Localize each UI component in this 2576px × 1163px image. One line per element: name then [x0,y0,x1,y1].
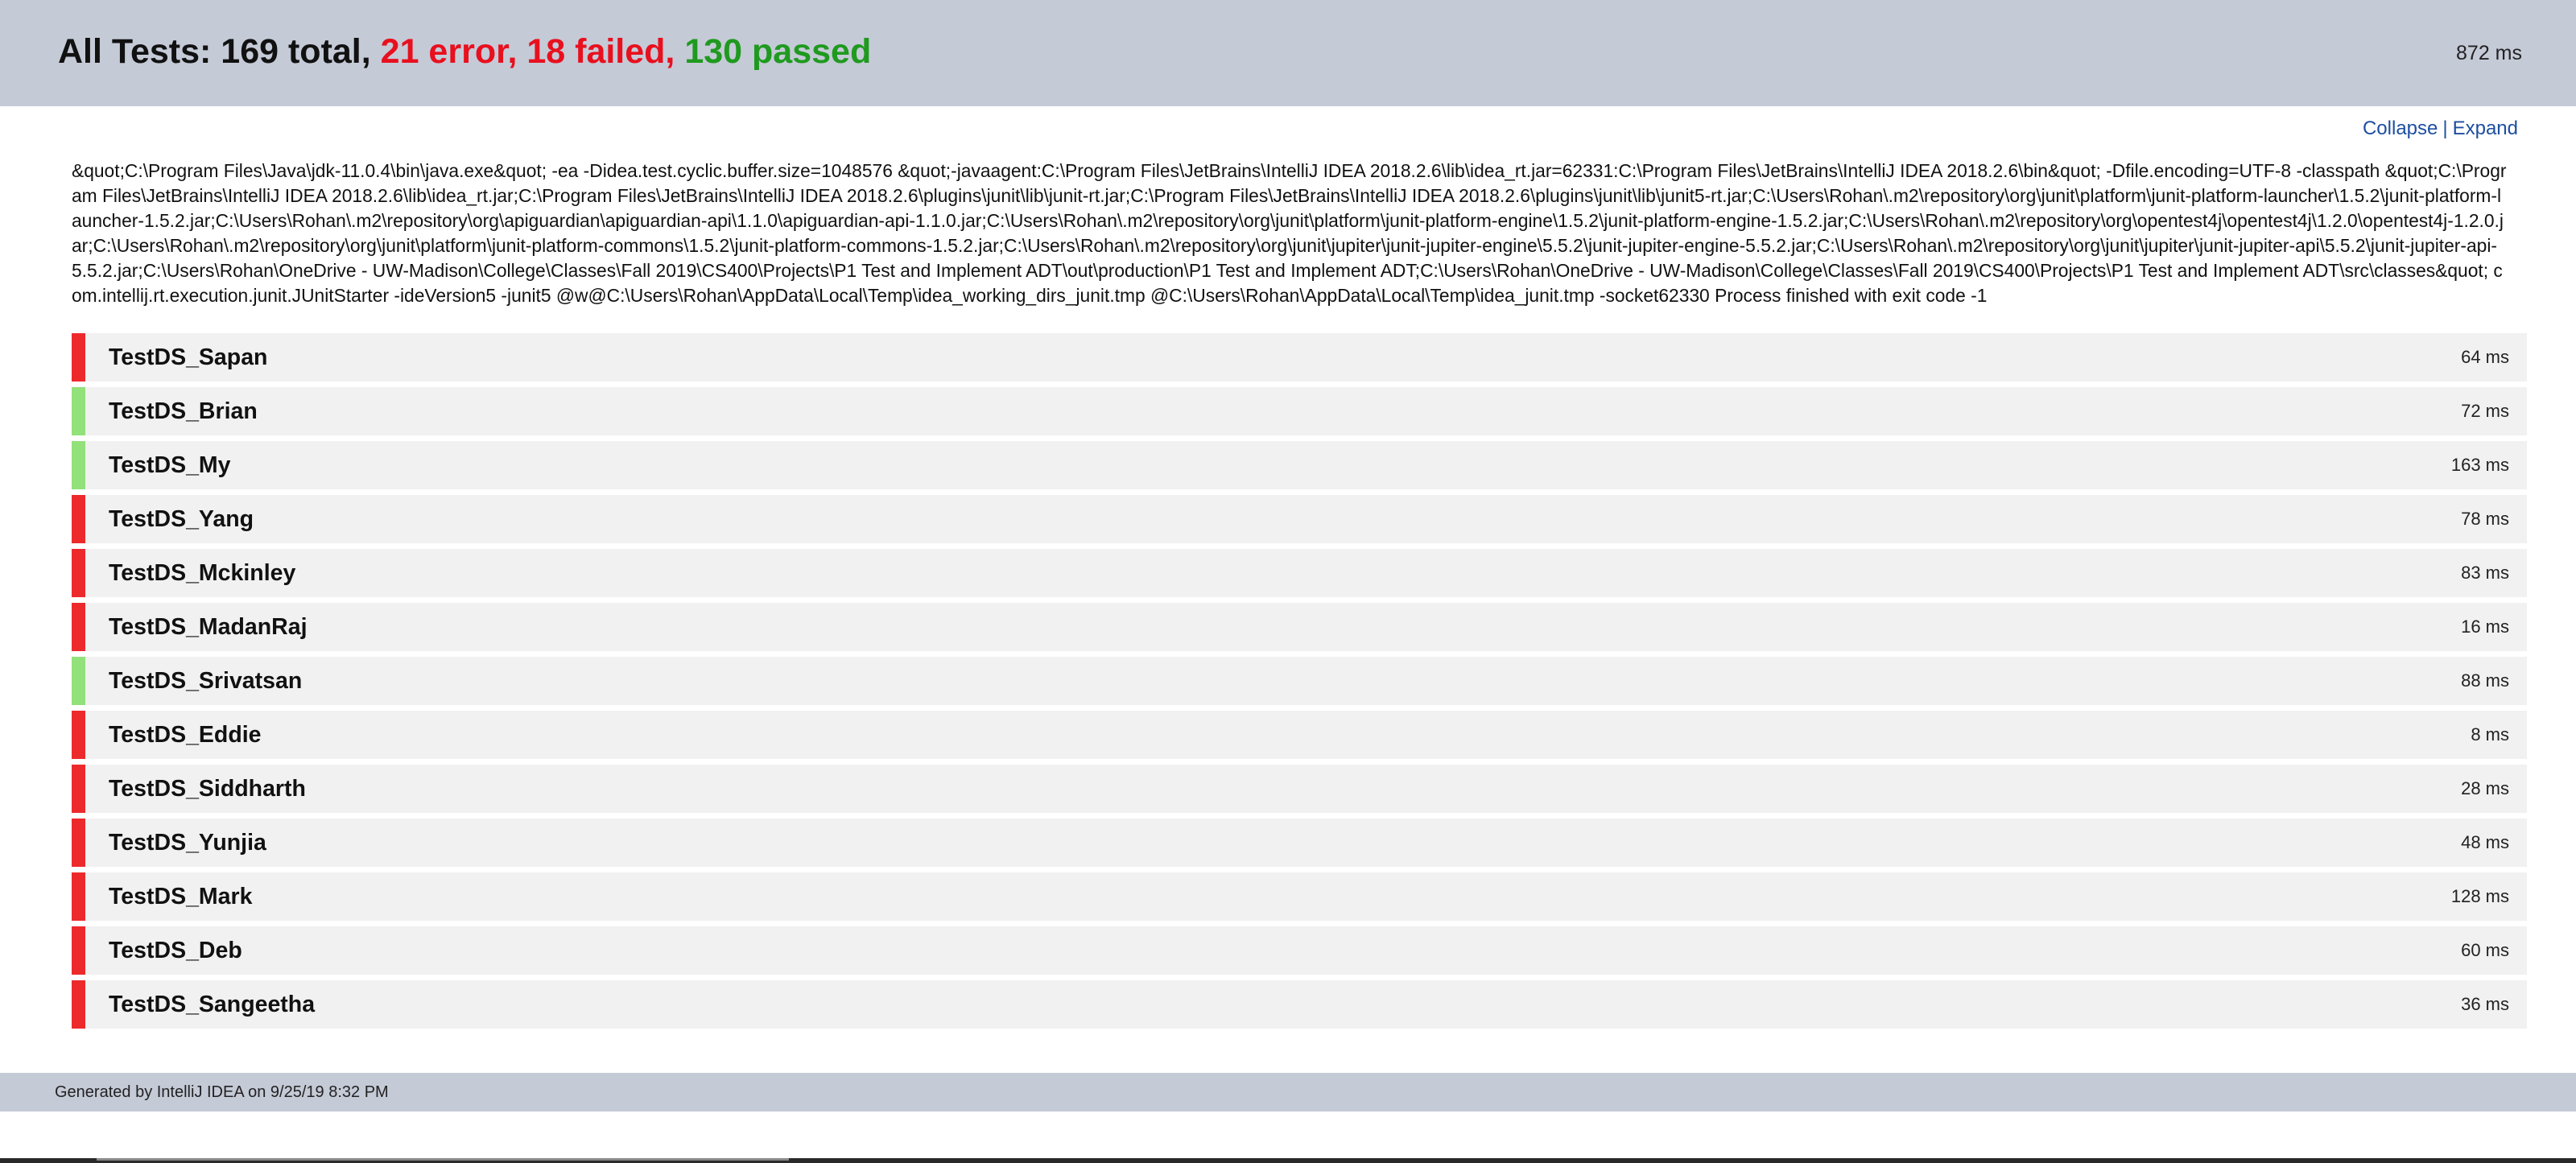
scrollbar-thumb[interactable] [97,1158,789,1161]
test-status-indicator [72,980,85,1029]
footer: Generated by IntelliJ IDEA on 9/25/19 8:… [0,1073,2576,1111]
test-name[interactable]: TestDS_Sapan [109,333,267,381]
test-status-indicator [72,765,85,813]
test-duration: 48 ms [2461,832,2509,852]
test-name[interactable]: TestDS_Deb [109,926,242,975]
test-name[interactable]: TestDS_Yunjia [109,819,266,867]
test-duration: 8 ms [2471,724,2509,744]
test-duration: 16 ms [2461,617,2509,637]
test-name[interactable]: TestDS_Mckinley [109,549,295,597]
summary-error-count: 21 error, [380,32,527,71]
test-duration: 36 ms [2461,994,2509,1014]
summary-passed-count: 130 passed [684,32,872,71]
test-status-indicator [72,387,85,435]
summary-total: All Tests: 169 total, [58,32,381,71]
generated-by-text: Generated by IntelliJ IDEA on 9/25/19 8:… [55,1083,389,1101]
test-duration: 28 ms [2461,778,2509,798]
summary-title: All Tests: 169 total, 21 error, 18 faile… [58,31,871,72]
test-duration: 64 ms [2461,347,2509,367]
command-output: &quot;C:\Program Files\Java\jdk-11.0.4\b… [72,160,2507,306]
test-status-indicator [72,333,85,381]
test-row[interactable]: TestDS_MadanRaj 16 ms [72,603,2527,651]
test-row[interactable]: TestDS_Brian 72 ms [72,387,2527,435]
test-name[interactable]: TestDS_My [109,441,231,489]
summary-failed-count: 18 failed, [526,32,685,71]
summary-header: All Tests: 169 total, 21 error, 18 faile… [0,0,2576,106]
test-row[interactable]: TestDS_Sapan 64 ms [72,333,2527,381]
test-status-indicator [72,657,85,705]
test-duration: 72 ms [2461,401,2509,421]
test-name[interactable]: TestDS_Sangeetha [109,980,315,1029]
test-row[interactable]: TestDS_Yunjia 48 ms [72,819,2527,867]
test-status-indicator [72,711,85,759]
bottom-scrollbar[interactable] [0,1158,2576,1163]
test-name[interactable]: TestDS_Srivatsan [109,657,302,705]
link-separator: | [2442,118,2448,139]
test-status-indicator [72,926,85,975]
test-row[interactable]: TestDS_Yang 78 ms [72,495,2527,543]
test-row[interactable]: TestDS_Mark 128 ms [72,872,2527,921]
test-duration: 78 ms [2461,509,2509,529]
expand-link[interactable]: Expand [2453,118,2518,139]
test-name[interactable]: TestDS_Brian [109,387,258,435]
test-duration: 83 ms [2461,563,2509,583]
test-status-indicator [72,549,85,597]
test-status-indicator [72,441,85,489]
test-row[interactable]: TestDS_Sangeetha 36 ms [72,980,2527,1029]
test-duration: 163 ms [2450,455,2509,475]
test-name[interactable]: TestDS_Eddie [109,711,262,759]
test-duration: 88 ms [2461,670,2509,691]
test-row[interactable]: TestDS_Srivatsan 88 ms [72,657,2527,705]
test-status-indicator [72,872,85,921]
test-name[interactable]: TestDS_Siddharth [109,765,306,813]
test-status-indicator [72,819,85,867]
test-row[interactable]: TestDS_Deb 60 ms [72,926,2527,975]
collapse-link[interactable]: Collapse [2363,118,2438,139]
collapse-expand-controls: Collapse | Expand [2363,117,2518,141]
test-row[interactable]: TestDS_My 163 ms [72,441,2527,489]
test-row[interactable]: TestDS_Siddharth 28 ms [72,765,2527,813]
test-status-indicator [72,603,85,651]
test-duration: 60 ms [2461,940,2509,960]
test-name[interactable]: TestDS_Mark [109,872,252,921]
test-row[interactable]: TestDS_Eddie 8 ms [72,711,2527,759]
test-name[interactable]: TestDS_MadanRaj [109,603,308,651]
total-duration: 872 ms [2456,42,2522,64]
test-status-indicator [72,495,85,543]
test-name[interactable]: TestDS_Yang [109,495,254,543]
test-duration: 128 ms [2450,886,2509,906]
test-row[interactable]: TestDS_Mckinley 83 ms [72,549,2527,597]
test-suite-list: TestDS_Sapan 64 ms TestDS_Brian 72 ms TestDS… [72,333,2527,1034]
